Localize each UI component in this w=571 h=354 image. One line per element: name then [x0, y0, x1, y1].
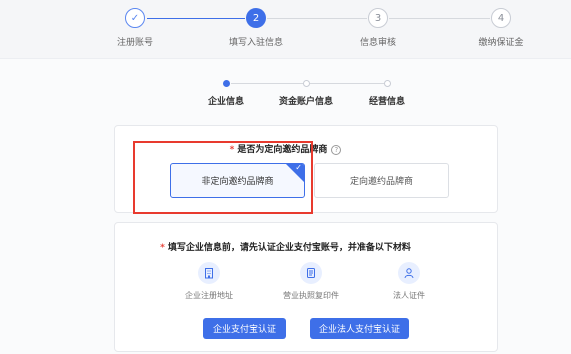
- material-label: 企业注册地址: [185, 291, 233, 300]
- sub-step-dot: [383, 80, 391, 87]
- step-number: 3: [368, 8, 388, 28]
- material-registered-address: 企业注册地址: [159, 262, 259, 301]
- requirements-notice: * 填写企业信息前，请先认证企业支付宝账号，并准备以下材料: [0, 240, 571, 253]
- sub-step-account-info[interactable]: 资金账户信息: [261, 80, 351, 107]
- building-icon: [198, 262, 220, 284]
- check-icon: ✓: [125, 8, 145, 28]
- material-label: 法人证件: [393, 291, 425, 300]
- step-label: 注册账号: [116, 38, 153, 48]
- step-review: 3 信息审核: [333, 8, 423, 48]
- sub-step-dot: [222, 80, 230, 87]
- highlight-box: [133, 141, 313, 214]
- option-label: 定向邀约品牌商: [349, 177, 413, 187]
- sub-step-label: 资金账户信息: [278, 97, 333, 107]
- help-icon[interactable]: ?: [331, 145, 342, 155]
- step-fill-info: 2 填写入驻信息: [211, 8, 301, 48]
- sub-step-dot: [302, 80, 310, 87]
- material-business-license: 营业执照复印件: [261, 262, 361, 301]
- enterprise-alipay-auth-button[interactable]: 企业支付宝认证: [203, 318, 286, 339]
- document-icon: [300, 262, 322, 284]
- sub-step-label: 企业信息: [207, 97, 244, 107]
- progress-stepper: ✓ 注册账号 2 填写入驻信息 3 信息审核 4 缴纳保证金: [0, 0, 571, 58]
- legal-person-alipay-auth-button[interactable]: 企业法人支付宝认证: [310, 318, 409, 339]
- sub-step-label: 经营信息: [368, 97, 405, 107]
- person-icon: [398, 262, 420, 284]
- step-label: 缴纳保证金: [478, 38, 524, 48]
- step-label: 信息审核: [359, 38, 396, 48]
- required-mark: *: [160, 243, 165, 253]
- option-invited-brand[interactable]: 定向邀约品牌商: [314, 163, 449, 198]
- material-legal-id: 法人证件: [359, 262, 459, 301]
- step-deposit: 4 缴纳保证金: [456, 8, 546, 48]
- sub-step-enterprise-info[interactable]: 企业信息: [181, 80, 271, 107]
- step-number: 2: [246, 8, 266, 28]
- sub-step-business-info[interactable]: 经营信息: [342, 80, 432, 107]
- notice-text: 填写企业信息前，请先认证企业支付宝账号，并准备以下材料: [167, 243, 411, 253]
- step-label: 填写入驻信息: [228, 38, 283, 48]
- step-number: 4: [491, 8, 511, 28]
- material-label: 营业执照复印件: [283, 291, 339, 300]
- step-register: ✓ 注册账号: [90, 8, 180, 48]
